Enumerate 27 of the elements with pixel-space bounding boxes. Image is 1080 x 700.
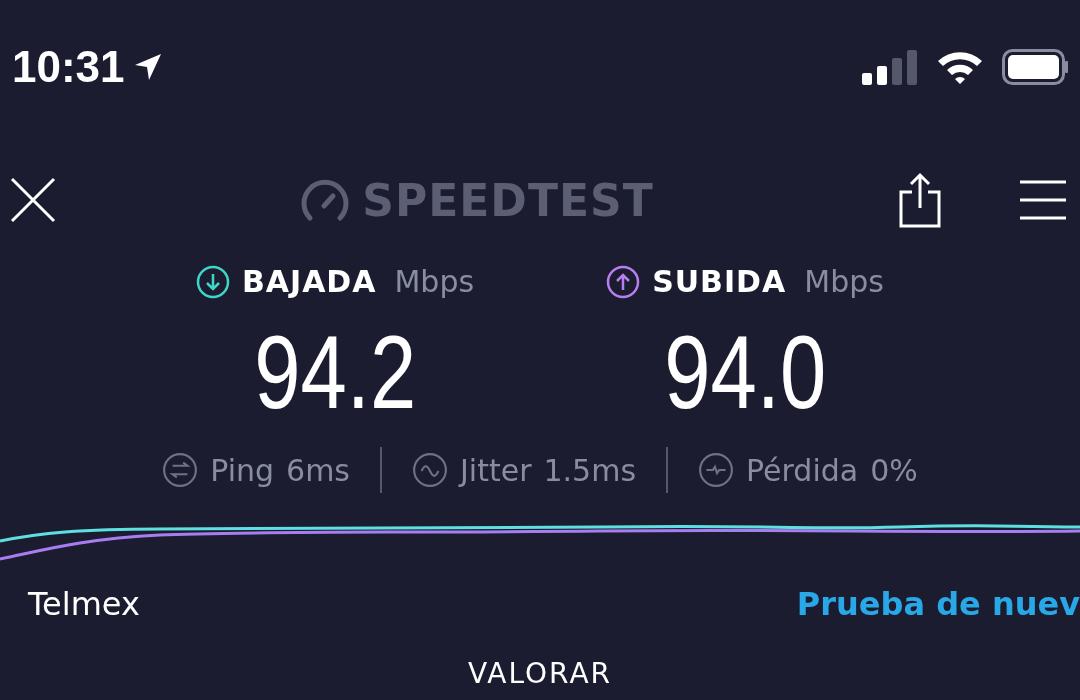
stat-value: 0% (870, 452, 918, 488)
stat-value: 6ms (286, 452, 350, 488)
pulse-icon (698, 452, 735, 489)
logo-text: SPEEDTEST (362, 174, 654, 226)
signal-icon (862, 49, 918, 85)
unit-label: Mbps (804, 264, 884, 299)
stat-value: 1.5ms (543, 452, 637, 488)
wave-icon (412, 452, 448, 489)
speed-value: 94.2 (254, 315, 416, 430)
result-label: BAJADA (241, 264, 377, 299)
rate-button[interactable]: VALORAR (467, 657, 613, 691)
clock-time: 10:31 (12, 42, 125, 92)
provider-name: Telmex (28, 585, 140, 624)
stat-label: Jitter (460, 452, 532, 488)
gauge-icon (300, 178, 351, 222)
speed-value: 94.0 (664, 315, 826, 430)
menu-icon[interactable] (1020, 180, 1066, 220)
result-label: SUBIDA (652, 264, 787, 299)
stat-label: Pérdida (746, 452, 859, 488)
wifi-icon (936, 49, 984, 85)
battery-icon (1002, 49, 1068, 85)
stat-label: Ping (210, 452, 275, 488)
close-icon[interactable] (10, 177, 56, 223)
share-icon[interactable] (898, 172, 942, 228)
retest-link[interactable]: Prueba de nuev (796, 585, 1080, 624)
unit-label: Mbps (394, 264, 475, 299)
arrows-icon (162, 452, 199, 489)
